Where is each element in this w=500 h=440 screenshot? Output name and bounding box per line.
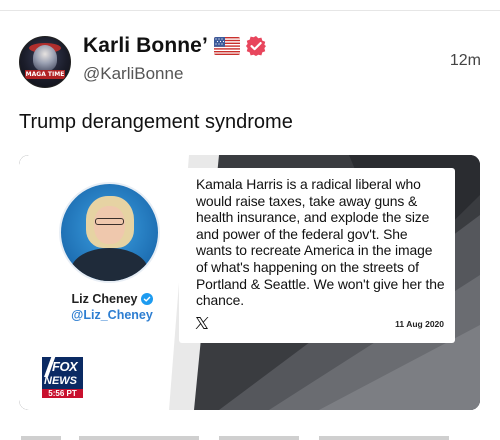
post-text: Trump derangement syndrome bbox=[19, 111, 293, 133]
author-handle[interactable]: @KarliBonne bbox=[83, 64, 183, 84]
cheney-photo bbox=[59, 182, 160, 283]
news-logo-text: NEWS bbox=[44, 375, 77, 387]
us-flag-icon bbox=[213, 37, 240, 55]
quote-text: Kamala Harris is a radical liberal who w… bbox=[196, 176, 445, 309]
quote-author-name-text: Liz Cheney bbox=[71, 292, 138, 306]
quote-author-handle: @Liz_Cheney bbox=[71, 308, 153, 322]
verified-badge-icon[interactable] bbox=[245, 35, 267, 57]
quote-card: Kamala Harris is a radical liberal who w… bbox=[179, 168, 455, 343]
quote-author-name: Liz Cheney bbox=[59, 292, 165, 306]
fox-logo-text: FOX bbox=[52, 359, 78, 374]
x-logo-icon bbox=[195, 317, 209, 329]
post-timestamp[interactable]: 12m bbox=[450, 52, 481, 70]
next-post-peek-shape bbox=[21, 436, 449, 440]
post[interactable]: MAGA TIME Karli Bonne’ @KarliBonne 12m T… bbox=[0, 0, 500, 440]
avatar-figure bbox=[33, 45, 57, 71]
author-display-name[interactable]: Karli Bonne’ bbox=[83, 34, 208, 58]
author-name-row: Karli Bonne’ bbox=[83, 33, 267, 59]
post-media-image[interactable]: Liz Cheney @Liz_Cheney FOX NEWS 5:56 PT … bbox=[19, 155, 480, 410]
fox-news-logo: FOX NEWS 5:56 PT bbox=[41, 356, 84, 399]
broadcast-time: 5:56 PT bbox=[42, 389, 83, 398]
photo-glasses bbox=[95, 218, 124, 225]
quote-verified-icon bbox=[140, 293, 153, 305]
author-avatar[interactable]: MAGA TIME bbox=[19, 36, 71, 88]
photo-face bbox=[94, 206, 125, 244]
avatar-label: MAGA TIME bbox=[25, 70, 65, 79]
next-post-peek bbox=[19, 430, 479, 440]
quote-date: 11 Aug 2020 bbox=[395, 319, 444, 329]
photo-body bbox=[71, 248, 148, 281]
